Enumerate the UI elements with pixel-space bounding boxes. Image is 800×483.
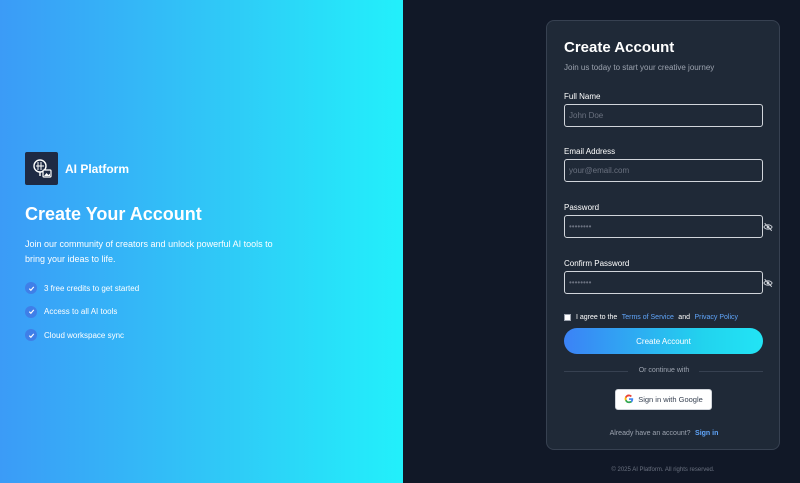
create-account-button[interactable]: Create Account bbox=[564, 328, 763, 354]
eye-off-icon[interactable] bbox=[763, 278, 773, 288]
feature-label: Cloud workspace sync bbox=[44, 330, 125, 340]
privacy-policy-link[interactable]: Privacy Policy bbox=[694, 314, 738, 321]
hero-title: Create Your Account bbox=[25, 204, 202, 224]
terms-of-service-link[interactable]: Terms of Service bbox=[622, 314, 674, 321]
google-signin-button[interactable]: Sign in with Google bbox=[615, 389, 712, 410]
email-label: Email Address bbox=[564, 147, 616, 156]
feature-label: 3 free credits to get started bbox=[44, 283, 140, 293]
email-input[interactable] bbox=[564, 159, 763, 182]
footer-copyright: © 2025 AI Platform. All rights reserved. bbox=[611, 467, 715, 473]
divider-line-right bbox=[699, 371, 763, 372]
check-circle-icon bbox=[25, 282, 37, 294]
feature-item: 3 free credits to get started bbox=[25, 282, 139, 294]
terms-row: I agree to the Terms of Service and Priv… bbox=[564, 308, 738, 326]
password-label: Password bbox=[564, 203, 600, 212]
feature-item: Cloud workspace sync bbox=[25, 329, 139, 341]
signin-row: Already have an account? Sign in bbox=[547, 422, 781, 440]
terms-checkbox[interactable] bbox=[564, 313, 571, 321]
full-name-input[interactable] bbox=[564, 104, 763, 127]
signin-prompt: Already have an account? bbox=[609, 430, 691, 437]
confirm-password-label: Confirm Password bbox=[564, 259, 630, 268]
form-subtitle: Join us today to start your creative jou… bbox=[564, 63, 715, 72]
form-title: Create Account bbox=[564, 39, 675, 56]
feature-label: Access to all AI tools bbox=[44, 307, 118, 316]
brand-logo-icon bbox=[25, 152, 58, 185]
eye-off-icon[interactable] bbox=[763, 222, 773, 232]
terms-prefix: I agree to the bbox=[576, 313, 618, 321]
terms-and: and bbox=[678, 313, 690, 321]
feature-item: Access to all AI tools bbox=[25, 305, 139, 318]
confirm-password-input[interactable] bbox=[564, 271, 763, 294]
hero-panel: AI Platform Create Your Account Join our… bbox=[0, 0, 403, 483]
signin-link[interactable]: Sign in bbox=[695, 430, 718, 437]
hero-description: Join our community of creators and unloc… bbox=[25, 239, 273, 264]
password-input[interactable] bbox=[564, 215, 763, 238]
feature-list: 3 free credits to get started Access to … bbox=[25, 282, 139, 353]
google-icon bbox=[624, 392, 634, 407]
brand-name: AI Platform bbox=[65, 161, 130, 176]
google-signin-label: Sign in with Google bbox=[638, 395, 703, 404]
full-name-label: Full Name bbox=[564, 92, 601, 101]
brand: AI Platform bbox=[25, 152, 129, 185]
check-circle-icon bbox=[25, 305, 37, 318]
check-circle-icon bbox=[25, 329, 37, 341]
signup-card: Create Account Join us today to start yo… bbox=[546, 20, 780, 450]
